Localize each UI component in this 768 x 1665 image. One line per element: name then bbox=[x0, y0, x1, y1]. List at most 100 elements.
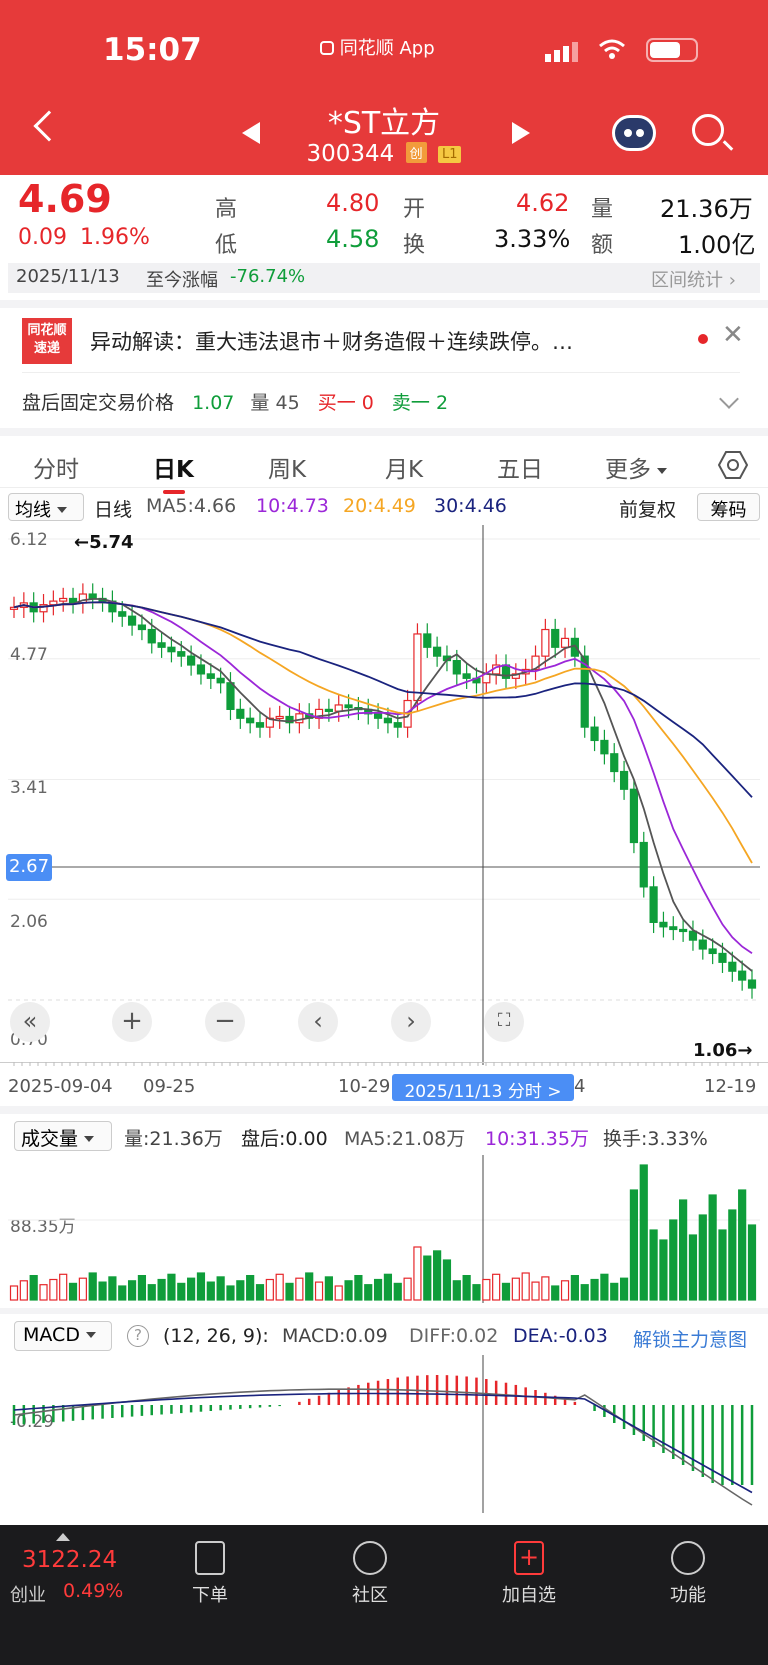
candle-body bbox=[157, 642, 166, 648]
logo-top-text: 同花顺 bbox=[27, 323, 67, 338]
volume-chart[interactable] bbox=[0, 1155, 768, 1305]
volume-bar bbox=[580, 1284, 589, 1301]
help-icon[interactable]: ? bbox=[127, 1325, 149, 1347]
volume-bar bbox=[314, 1281, 324, 1301]
caret-down-icon bbox=[57, 507, 67, 513]
amount-value: 1.00亿 bbox=[678, 231, 756, 259]
volume-bar bbox=[738, 1189, 747, 1301]
volume-bar bbox=[147, 1284, 156, 1301]
order-doc-icon bbox=[195, 1541, 225, 1575]
adjust-mode[interactable]: 前复权 bbox=[619, 495, 676, 522]
tab-weekly[interactable]: 周K bbox=[268, 450, 306, 484]
candle-body bbox=[610, 753, 619, 773]
crosshair-price-label: 2.67 bbox=[6, 854, 52, 881]
zoom-in-button[interactable]: + bbox=[112, 1002, 152, 1042]
crosshair-date-label[interactable]: 2025/11/13 分时 > bbox=[392, 1074, 574, 1102]
macd-panel-divider bbox=[0, 1308, 768, 1314]
volume-selector[interactable]: 成交量 bbox=[14, 1121, 112, 1151]
candle-body bbox=[452, 659, 461, 675]
close-icon[interactable]: ✕ bbox=[722, 320, 744, 350]
tab-daily[interactable]: 日K bbox=[153, 450, 194, 484]
level-tag: L1 bbox=[437, 146, 462, 163]
quote-date: 2025/11/13 bbox=[16, 266, 120, 287]
range-stats-link[interactable]: 区间统计 › bbox=[651, 266, 736, 292]
tab-monthly[interactable]: 月K bbox=[385, 450, 423, 484]
range-stats-text: 区间统计 bbox=[651, 270, 723, 291]
search-icon[interactable] bbox=[692, 114, 724, 146]
volume-bar bbox=[157, 1278, 166, 1301]
fullscreen-button[interactable]: ⛶ bbox=[484, 1002, 524, 1042]
volume-bar bbox=[698, 1214, 707, 1301]
volume-bar bbox=[364, 1284, 373, 1301]
kline-x-label: 09-25 bbox=[143, 1076, 196, 1097]
candle-body bbox=[590, 726, 599, 742]
volume-bar bbox=[187, 1277, 196, 1301]
candle-body bbox=[137, 624, 147, 631]
candle-body bbox=[659, 921, 668, 928]
volume-selector-label: 成交量 bbox=[21, 1128, 79, 1150]
nav-community[interactable]: 社区 bbox=[325, 1541, 415, 1607]
volume-bar bbox=[59, 1273, 68, 1301]
macd-chart[interactable] bbox=[0, 1355, 768, 1515]
zoom-out-button[interactable]: − bbox=[205, 1002, 245, 1042]
nav-add-label: 加自选 bbox=[502, 1585, 556, 1606]
news-logo: 同花顺 速递 bbox=[22, 318, 72, 364]
volume-bar bbox=[354, 1274, 363, 1301]
kline-y-label: 4.77 bbox=[10, 645, 48, 665]
ma30-value: 30:4.46 bbox=[434, 495, 507, 517]
candle-body bbox=[413, 633, 422, 702]
volume-bar bbox=[167, 1273, 176, 1301]
tab-five-day[interactable]: 五日 bbox=[497, 450, 543, 484]
board-tag: 创 bbox=[405, 142, 427, 163]
after-hours-row: 盘后固定交易价格 1.07 量 45 买一 0 卖一 2 bbox=[22, 388, 448, 415]
volume-bar bbox=[403, 1277, 412, 1301]
volume-bar bbox=[19, 1280, 28, 1301]
volume-bar bbox=[334, 1285, 343, 1301]
turnover-value: 3.33% bbox=[494, 225, 571, 253]
scroll-right-button[interactable]: › bbox=[391, 1002, 431, 1042]
kline-y-label: 2.06 bbox=[10, 912, 48, 932]
nav-order[interactable]: 下单 bbox=[165, 1541, 255, 1607]
volume-bar bbox=[9, 1285, 19, 1301]
volume-bar bbox=[541, 1276, 550, 1301]
volume-bar bbox=[679, 1199, 688, 1301]
volume-bar bbox=[98, 1281, 107, 1301]
settings-hexagon-icon[interactable] bbox=[717, 450, 749, 486]
chevron-right-icon: › bbox=[728, 270, 736, 291]
robot-assistant-icon[interactable] bbox=[612, 115, 656, 151]
price-change: 0.09 bbox=[18, 225, 67, 250]
candle-body bbox=[236, 708, 245, 719]
scroll-left-button[interactable]: ‹ bbox=[298, 1002, 338, 1042]
tab-intraday[interactable]: 分时 bbox=[33, 450, 79, 484]
indicator-selector[interactable]: 均线 bbox=[8, 493, 84, 521]
volume-bar bbox=[68, 1282, 78, 1301]
candle-body bbox=[541, 628, 550, 657]
alert-panel: 同花顺 速递 异动解读：重大违法退市＋财务造假＋连续跌停。… ✕ 盘后固定交易价… bbox=[0, 300, 768, 420]
low-value: 4.58 bbox=[326, 225, 380, 253]
alert-divider bbox=[22, 372, 740, 373]
expand-chevron-icon[interactable] bbox=[719, 389, 739, 409]
macd-selector[interactable]: MACD bbox=[14, 1321, 112, 1351]
ma-line bbox=[13, 601, 753, 954]
app-label-text: 同花顺 App bbox=[339, 38, 435, 59]
volume-bar bbox=[688, 1234, 698, 1301]
volume-bar bbox=[560, 1280, 570, 1301]
candle-body bbox=[551, 628, 560, 648]
alert-text[interactable]: 异动解读：重大违法退市＋财务造假＋连续跌停。… bbox=[90, 326, 573, 356]
up-arrow-icon bbox=[56, 1533, 70, 1541]
tab-more[interactable]: 更多 bbox=[605, 450, 667, 484]
dea-value: DEA:-0.03 bbox=[513, 1325, 608, 1347]
chips-button[interactable]: 筹码 bbox=[697, 493, 760, 521]
unread-dot-icon bbox=[698, 334, 708, 344]
candle-body bbox=[679, 928, 688, 933]
scroll-start-button[interactable]: « bbox=[10, 1002, 50, 1042]
volume-bar bbox=[570, 1274, 579, 1301]
candle-body bbox=[619, 770, 629, 790]
candle-body bbox=[433, 646, 442, 657]
nav-functions[interactable]: 功能 bbox=[643, 1541, 733, 1607]
nav-add-watchlist[interactable]: + 加自选 bbox=[484, 1541, 574, 1607]
volume-bar bbox=[649, 1229, 658, 1301]
unlock-link[interactable]: 解锁主力意图 bbox=[633, 1325, 747, 1352]
index-value[interactable]: 3122.24 bbox=[22, 1547, 117, 1573]
volume-bar bbox=[373, 1278, 383, 1301]
